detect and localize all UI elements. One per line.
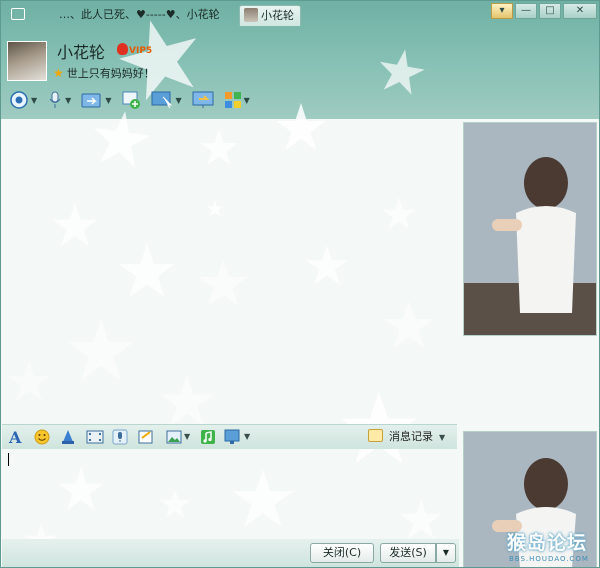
magic-icon[interactable] (60, 429, 76, 445)
send-file-icon (81, 93, 101, 108)
video-call-icon (10, 91, 28, 109)
screen-share-button[interactable] (192, 90, 214, 110)
send-button[interactable]: 发送(S) (380, 543, 436, 563)
voice-call-icon (49, 91, 61, 108)
apps-icon (224, 92, 241, 108)
voice-call-button[interactable]: ▼ (47, 90, 71, 110)
svg-text:A: A (8, 429, 22, 445)
image-icon[interactable] (166, 429, 182, 445)
contact-photo-image (464, 123, 596, 335)
chevron-down-icon: ▼ (105, 95, 112, 105)
minimize-button[interactable]: — (515, 3, 537, 19)
chevron-down-icon[interactable]: ▼ (244, 432, 250, 448)
music-icon[interactable] (200, 429, 216, 445)
tab-group-chat[interactable]: …、此人已死、♥-----♥、小花轮 (59, 5, 220, 25)
maximize-button[interactable]: □ (539, 3, 561, 19)
tab-bar: …、此人已死、♥-----♥、小花轮 小花轮 ▾ — □ ✕ (1, 1, 599, 27)
share-screen-button[interactable] (121, 90, 141, 110)
chevron-down-icon: ▼ (31, 95, 38, 105)
screenshot-icon[interactable] (138, 429, 154, 445)
send-file-button[interactable]: ▼ (81, 90, 111, 110)
emoji-icon[interactable] (34, 429, 50, 445)
site-watermark: 猴岛论坛 BBS.HOUDAO.COM (507, 528, 599, 567)
call-toolbar: ▼ ▼ ▼ ▼ ▼ (9, 89, 260, 111)
tab-avatar-icon (244, 8, 258, 22)
chevron-down-icon: ▼ (439, 433, 446, 442)
close-button[interactable]: 关闭(C) (310, 543, 374, 563)
history-label: 消息记录 (389, 430, 433, 443)
tab-label: …、此人已死、♥-----♥、小花轮 (59, 8, 220, 21)
contact-signature: ★ 世上只有妈妈好！ (53, 65, 155, 81)
avatar[interactable] (7, 41, 47, 81)
voice-message-icon[interactable] (112, 429, 128, 445)
message-input[interactable] (2, 449, 457, 539)
video-call-button[interactable]: ▼ (9, 90, 37, 110)
chevron-down-icon: ▼ (65, 95, 72, 105)
window-controls: ▾ — □ ✕ (491, 3, 597, 19)
contact-show-photo (463, 122, 597, 336)
vip-badge[interactable]: VIP5 (117, 43, 152, 56)
remote-desktop-icon (151, 91, 173, 109)
menu-button[interactable]: ▾ (491, 3, 513, 19)
chat-window: …、此人已死、♥-----♥、小花轮 小花轮 ▾ — □ ✕ 小花轮 VIP5 … (0, 0, 600, 568)
chevron-down-icon[interactable]: ▼ (184, 432, 190, 448)
close-window-button[interactable]: ✕ (563, 3, 597, 19)
message-history-button[interactable]: 消息记录 ▼ (368, 428, 445, 446)
history-icon (368, 429, 383, 442)
contact-name[interactable]: 小花轮 (57, 39, 105, 63)
tab-label: 小花轮 (261, 9, 294, 22)
remote-desktop-button[interactable]: ▼ (151, 90, 182, 110)
penguin-icon (117, 43, 128, 55)
signature-text: 世上只有妈妈好！ (66, 67, 155, 80)
video-clip-icon[interactable] (86, 429, 104, 445)
apps-button[interactable]: ▼ (224, 90, 250, 110)
chevron-down-icon: ▼ (175, 95, 182, 105)
screen-share-icon (192, 91, 214, 108)
screen-capture-icon[interactable] (224, 429, 242, 445)
action-bar: 关闭(C) 发送(S) ▼ (2, 539, 459, 567)
input-toolbar: A ▼ ▼ 消息记录 ▼ (2, 424, 457, 449)
font-icon[interactable]: A (8, 429, 24, 445)
send-options-button[interactable]: ▼ (436, 543, 456, 563)
vip-label: VIP5 (129, 46, 153, 56)
message-icon[interactable] (11, 8, 25, 20)
watermark-url: BBS.HOUDAO.COM (509, 555, 589, 563)
star-icon: ★ (53, 66, 64, 80)
watermark-title: 猴岛论坛 (507, 532, 588, 554)
tab-current-contact[interactable]: 小花轮 (239, 5, 301, 26)
share-screen-icon (122, 91, 141, 109)
message-history-area[interactable] (2, 119, 457, 424)
chevron-down-icon: ▼ (243, 95, 250, 105)
text-caret (8, 453, 9, 466)
